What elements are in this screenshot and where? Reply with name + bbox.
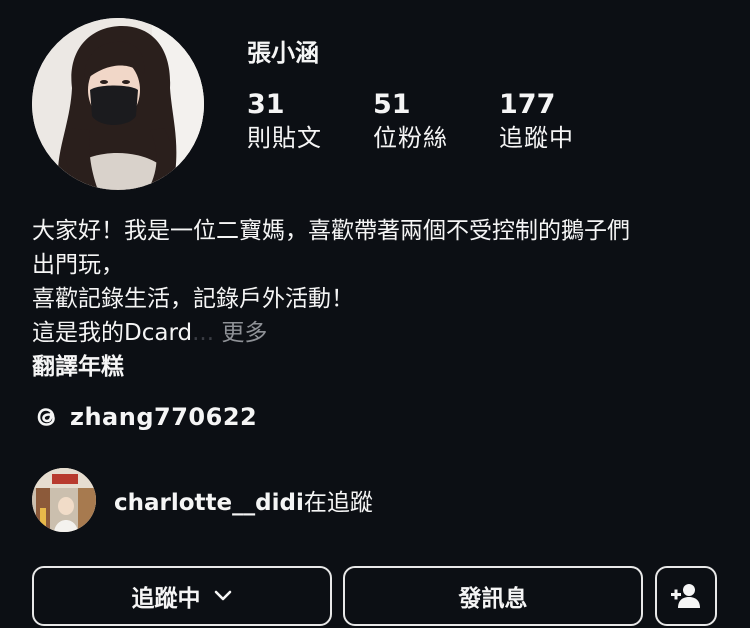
profile-username: 張小涵 xyxy=(247,39,319,67)
bio-more-link[interactable]: 更多 xyxy=(221,320,267,346)
stat-following[interactable]: 177 追蹤中 xyxy=(499,88,619,154)
profile-avatar[interactable] xyxy=(32,18,204,190)
chevron-down-icon xyxy=(214,590,231,601)
mutual-follower-text: charlotte__didi在追蹤 xyxy=(114,483,373,517)
threads-icon xyxy=(37,408,55,426)
profile-photo xyxy=(32,18,204,190)
add-user-button[interactable] xyxy=(655,566,717,626)
bio-line: 大家好！我是一位二寶媽，喜歡帶著兩個不受控制的鵝子們 xyxy=(32,218,630,244)
mutual-follower-avatar xyxy=(32,468,96,532)
stat-posts[interactable]: 31 則貼文 xyxy=(247,88,367,154)
stat-following-count: 177 xyxy=(499,89,556,120)
mutual-follower-photo xyxy=(32,468,96,532)
bio-line-last: 這是我的Dcard... 更多 xyxy=(32,316,722,350)
message-button[interactable]: 發訊息 xyxy=(343,566,643,626)
following-button-label: 追蹤中 xyxy=(131,586,201,612)
add-user-icon xyxy=(671,584,700,608)
stat-following-label: 追蹤中 xyxy=(499,124,574,152)
bio-ellipsis: ... xyxy=(192,320,215,346)
stat-followers-count: 51 xyxy=(373,89,411,120)
mutual-follower-suffix: 在追蹤 xyxy=(303,490,373,516)
stat-posts-label: 則貼文 xyxy=(247,124,322,152)
following-button[interactable]: 追蹤中 xyxy=(32,566,332,626)
threads-handle: zhang770622 xyxy=(70,403,258,431)
stat-posts-count: 31 xyxy=(247,89,285,120)
threads-link[interactable]: zhang770622 xyxy=(32,400,257,434)
bio-line: 喜歡記錄生活，記錄戶外活動！ xyxy=(32,286,354,312)
stat-followers[interactable]: 51 位粉絲 xyxy=(373,88,493,154)
mutual-follower[interactable]: charlotte__didi在追蹤 xyxy=(32,468,373,532)
translate-link[interactable]: 翻譯年糕 xyxy=(32,350,722,384)
stat-followers-label: 位粉絲 xyxy=(373,124,448,152)
profile-bio: 大家好！我是一位二寶媽，喜歡帶著兩個不受控制的鵝子們 出門玩， 喜歡記錄生活，記… xyxy=(32,214,722,384)
bio-line: 出門玩， xyxy=(32,252,124,278)
message-button-label: 發訊息 xyxy=(458,586,528,612)
mutual-follower-name: charlotte__didi xyxy=(114,490,304,516)
bio-line-text: 這是我的Dcard xyxy=(32,320,193,346)
